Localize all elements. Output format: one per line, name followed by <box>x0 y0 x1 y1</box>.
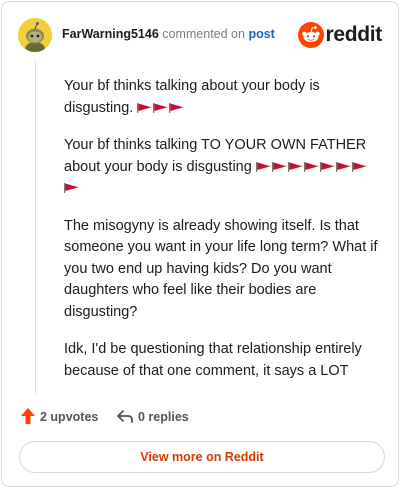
comment-paragraph: Your bf thinks talking TO YOUR OWN FATHE… <box>64 135 378 200</box>
comment-body: Your bf thinks talking about your body i… <box>64 76 378 398</box>
reddit-logo[interactable]: reddit <box>292 22 382 48</box>
replies-count: 0 replies <box>138 410 189 424</box>
red-flag-icon <box>319 161 335 172</box>
comment-paragraph-text: Your bf thinks talking about your body i… <box>64 78 320 116</box>
upvote-arrow-icon <box>21 408 35 424</box>
comment-paragraph: Idk, I'd be questioning that relationshi… <box>64 339 378 382</box>
comment-paragraph: Your bf thinks talking about your body i… <box>64 76 378 119</box>
commented-on-text: commented on <box>162 27 245 41</box>
red-flag-icon <box>153 102 168 113</box>
thread-line <box>35 60 36 394</box>
comment-paragraph-text: Idk, I'd be questioning that relationshi… <box>64 341 362 379</box>
red-flags <box>137 100 185 116</box>
red-flag-icon <box>169 102 184 113</box>
red-flag-icon <box>255 161 271 172</box>
comment-paragraph: The misogyny is already showing itself. … <box>64 216 378 324</box>
comment-paragraph-text: The misogyny is already showing itself. … <box>64 217 378 320</box>
comment-meta: FarWarning5146 commented on post <box>62 27 275 41</box>
red-flag-icon <box>287 161 303 172</box>
reddit-wordmark: reddit <box>325 23 382 46</box>
reddit-logo-icon <box>298 22 324 48</box>
comment-header: FarWarning5146 commented on post reddit <box>18 18 382 54</box>
view-more-button[interactable]: View more on Reddit <box>19 441 385 473</box>
red-flag-icon <box>303 161 319 172</box>
red-flag-icon <box>64 183 79 193</box>
upvotes-count: 2 upvotes <box>40 410 99 424</box>
username-link[interactable]: FarWarning5146 <box>62 27 159 41</box>
snoo-avatar-icon[interactable] <box>18 18 52 52</box>
post-link[interactable]: post <box>248 27 274 41</box>
reply-arrow-icon <box>117 410 133 423</box>
red-flag-icon <box>271 161 287 172</box>
comment-embed-card: FarWarning5146 commented on post reddit … <box>1 1 399 487</box>
red-flag-icon <box>137 102 152 113</box>
red-flag-icon <box>335 161 351 172</box>
red-flag-icon <box>351 161 367 172</box>
